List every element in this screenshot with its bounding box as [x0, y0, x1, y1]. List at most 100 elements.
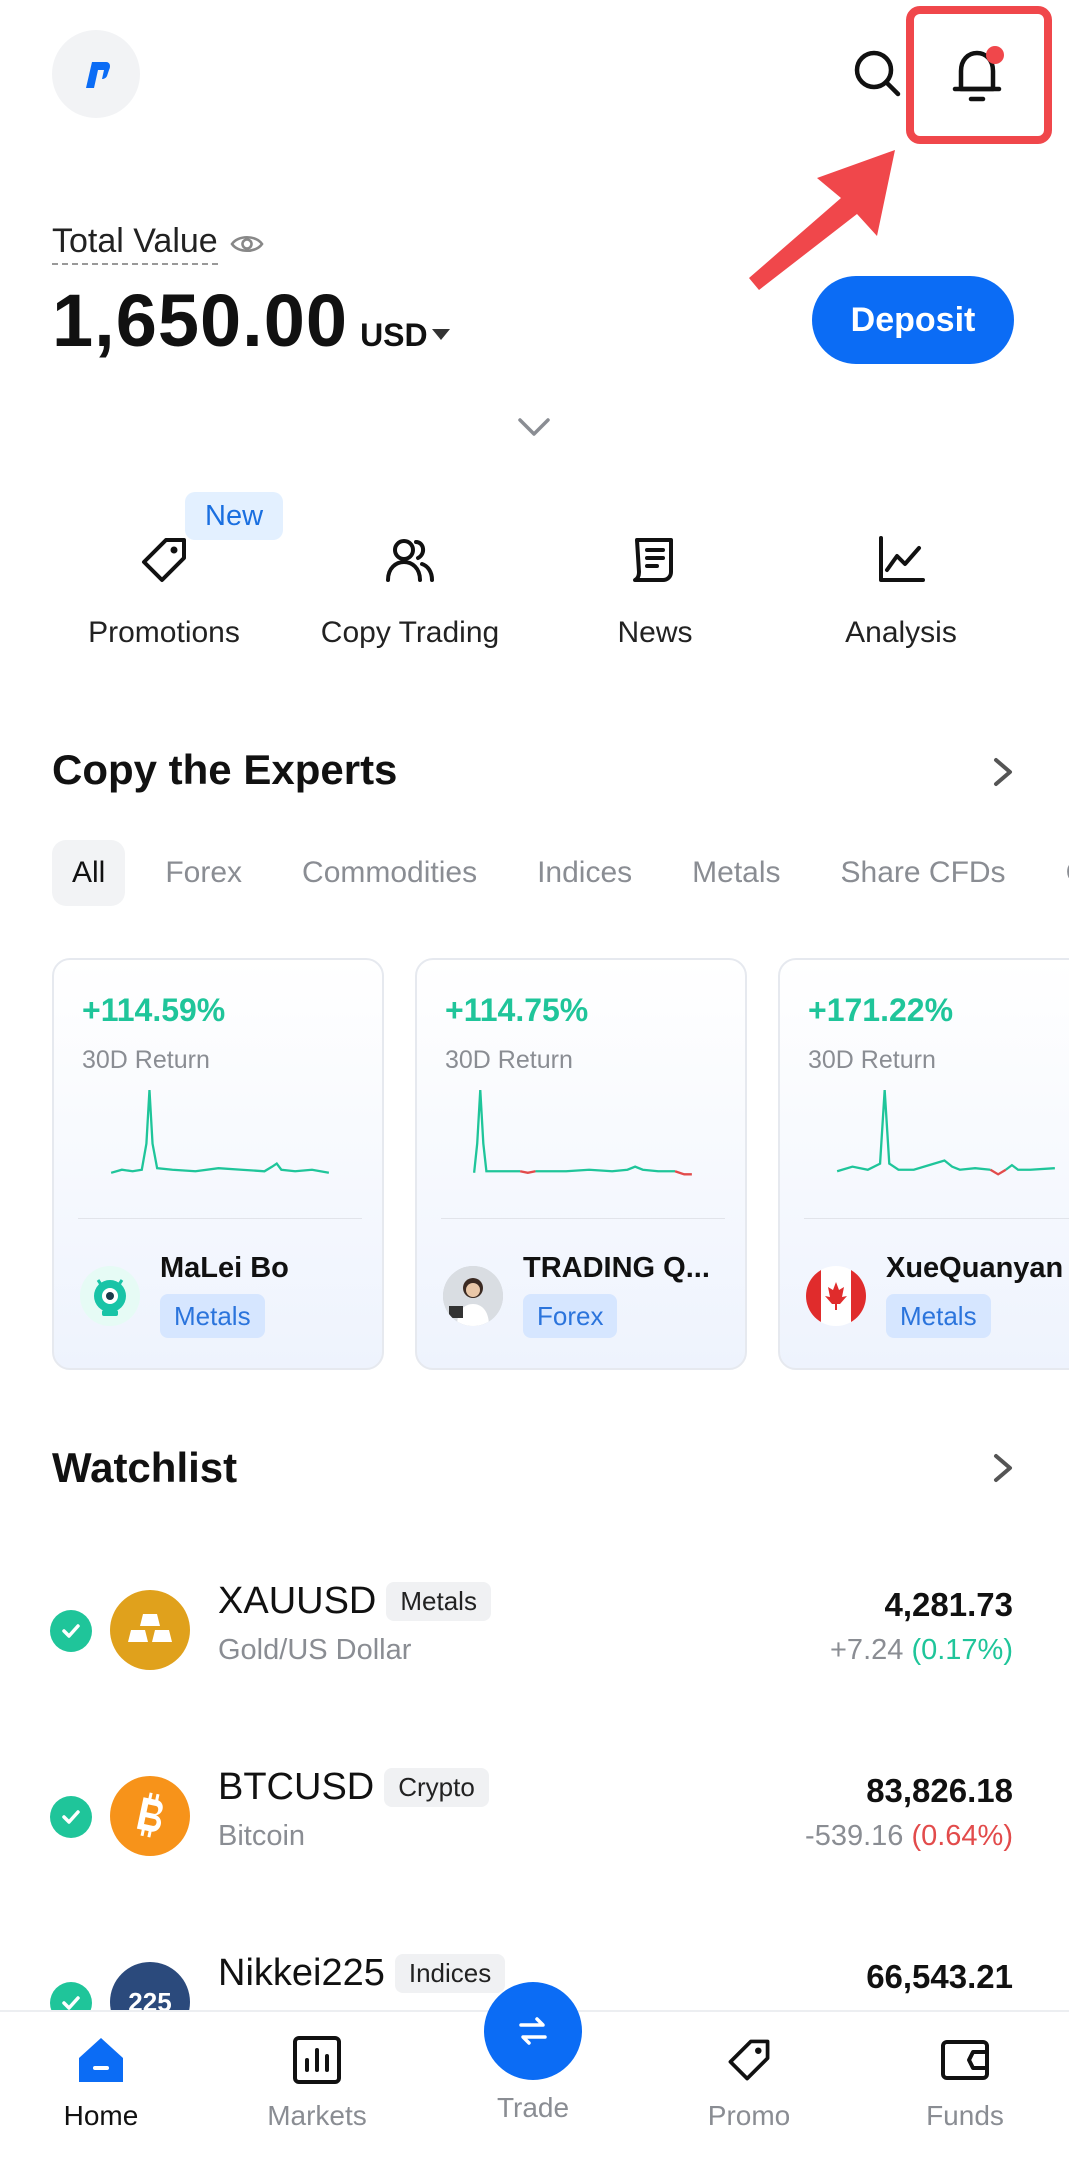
nav-home[interactable]: Home: [26, 2032, 176, 2132]
tab-share-cfds[interactable]: Share CFDs: [821, 840, 1026, 906]
chevron-right-icon[interactable]: [990, 1450, 1016, 1486]
total-value-amount: 1,650.00 USD: [52, 278, 450, 363]
watchlist-symbol: BTCUSD Crypto: [218, 1766, 489, 1809]
bitcoin-icon: [110, 1776, 190, 1856]
category-badge: Indices: [394, 1954, 506, 1993]
annotation-arrow: [749, 150, 895, 290]
price-change: -539.16 (0.64%): [805, 1820, 1013, 1853]
tab-more[interactable]: C: [1046, 840, 1069, 906]
instrument-name: Gold/US Dollar: [218, 1634, 412, 1666]
tab-forex[interactable]: Forex: [145, 840, 262, 906]
quick-action-label: News: [617, 616, 693, 649]
nav-label: Funds: [926, 2100, 1004, 2131]
price: 4,281.73: [884, 1586, 1013, 1623]
watchlist-symbol: Nikkei225 Indices: [218, 1952, 506, 1995]
deposit-button[interactable]: Deposit: [812, 276, 1014, 364]
notification-dot: [986, 46, 1004, 64]
caret-down-icon: [431, 329, 450, 340]
divider: [441, 1218, 725, 1219]
expert-tag: Forex: [523, 1294, 618, 1338]
divider: [78, 1218, 362, 1219]
expert-card[interactable]: +171.22% 30D Return XueQuanyan Metals: [778, 958, 1069, 1370]
tag-icon: [721, 2032, 777, 2088]
expert-return-period: 30D Return: [82, 1046, 210, 1074]
chevron-down-icon[interactable]: [516, 412, 552, 442]
quick-action-label: Analysis: [845, 616, 957, 649]
avatar: [80, 1266, 140, 1326]
nav-funds[interactable]: Funds: [890, 2032, 1040, 2132]
quick-action-label: Copy Trading: [320, 616, 500, 649]
home-icon: [73, 2032, 129, 2088]
symbol-text: BTCUSD: [218, 1766, 375, 1808]
app-logo: [52, 30, 140, 118]
expert-tag: Metals: [160, 1294, 265, 1338]
change-value: +7.24: [830, 1634, 904, 1666]
eye-icon[interactable]: [230, 232, 264, 256]
swap-icon: [519, 2017, 547, 2045]
price-change: +7.24 (0.17%): [830, 1634, 1013, 1667]
trade-button[interactable]: [484, 1982, 582, 2080]
watchlist-title: Watchlist: [52, 1444, 238, 1491]
notifications-button[interactable]: [906, 6, 1052, 144]
expert-tag: Metals: [886, 1294, 991, 1338]
category-badge: Crypto: [384, 1768, 489, 1807]
search-button[interactable]: [846, 42, 910, 106]
tab-metals[interactable]: Metals: [672, 840, 800, 906]
change-percent: (0.17%): [911, 1634, 1013, 1666]
users-icon: [380, 530, 440, 590]
expert-return-period: 30D Return: [445, 1046, 573, 1074]
chevron-right-icon[interactable]: [990, 754, 1016, 790]
nav-markets[interactable]: Markets: [242, 2032, 392, 2132]
nav-label: Markets: [267, 2100, 367, 2131]
price: 83,826.18: [866, 1772, 1013, 1809]
quick-action-analysis[interactable]: Analysis: [791, 530, 1011, 650]
expert-name: MaLei Bo: [160, 1252, 289, 1284]
tag-icon: [134, 530, 194, 590]
expert-sparkline: [472, 1090, 692, 1176]
bell-icon: [952, 46, 1004, 102]
expert-sparkline: [836, 1090, 1055, 1176]
quick-action-promotions[interactable]: Promotions: [54, 530, 274, 650]
symbol-text: XAUUSD: [218, 1580, 377, 1622]
expert-name: XueQuanyan: [886, 1252, 1064, 1284]
tab-indices[interactable]: Indices: [517, 840, 652, 906]
total-value-number: 1,650.00: [52, 279, 349, 362]
expert-return: +114.59%: [82, 992, 226, 1028]
canada-flag-avatar: [806, 1266, 866, 1326]
wallet-icon: [937, 2032, 993, 2088]
expert-card[interactable]: +114.59% 30D Return MaLei Bo Metals: [52, 958, 384, 1370]
app-logo-icon: [86, 62, 110, 88]
check-icon[interactable]: [50, 1610, 92, 1652]
total-value-label[interactable]: Total Value: [52, 222, 264, 265]
quick-action-news[interactable]: News: [545, 530, 765, 650]
search-icon: [854, 50, 901, 97]
expert-card[interactable]: +114.75% 30D Return TRADING Q... Forex: [415, 958, 747, 1370]
nav-label: Home: [63, 2100, 139, 2131]
category-badge: Metals: [386, 1582, 491, 1621]
quick-action-copy-trading[interactable]: Copy Trading: [300, 530, 520, 650]
expert-sparkline: [110, 1090, 330, 1174]
nav-promo[interactable]: Promo: [674, 2032, 824, 2132]
expert-filter-tabs: All Forex Commodities Indices Metals Sha…: [52, 840, 1069, 906]
watchlist-row[interactable]: BTCUSD Crypto Bitcoin 83,826.18 -539.16 …: [0, 1756, 1069, 1876]
change-value: -539.16: [805, 1820, 904, 1852]
expert-name: TRADING Q...: [523, 1252, 710, 1284]
expert-return: +114.75%: [445, 992, 589, 1028]
check-icon[interactable]: [50, 1796, 92, 1838]
expert-return: +171.22%: [808, 992, 954, 1028]
tab-commodities[interactable]: Commodities: [282, 840, 497, 906]
instrument-name: Bitcoin: [218, 1820, 306, 1852]
change-percent: (0.64%): [911, 1820, 1013, 1852]
symbol-text: Nikkei225: [218, 1952, 385, 1994]
news-icon: [625, 530, 685, 590]
watchlist-row[interactable]: XAUUSD Metals Gold/US Dollar 4,281.73 +7…: [0, 1570, 1069, 1690]
quick-action-label: Promotions: [88, 616, 240, 649]
divider: [804, 1218, 1069, 1219]
copy-experts-title: Copy the Experts: [52, 746, 398, 793]
currency-label: USD: [360, 317, 428, 353]
price: 66,543.21: [866, 1958, 1013, 1995]
gold-bars-icon: [110, 1590, 190, 1670]
bar-chart-icon: [289, 2032, 345, 2088]
currency-selector[interactable]: USD: [360, 317, 450, 354]
tab-all[interactable]: All: [52, 840, 126, 906]
